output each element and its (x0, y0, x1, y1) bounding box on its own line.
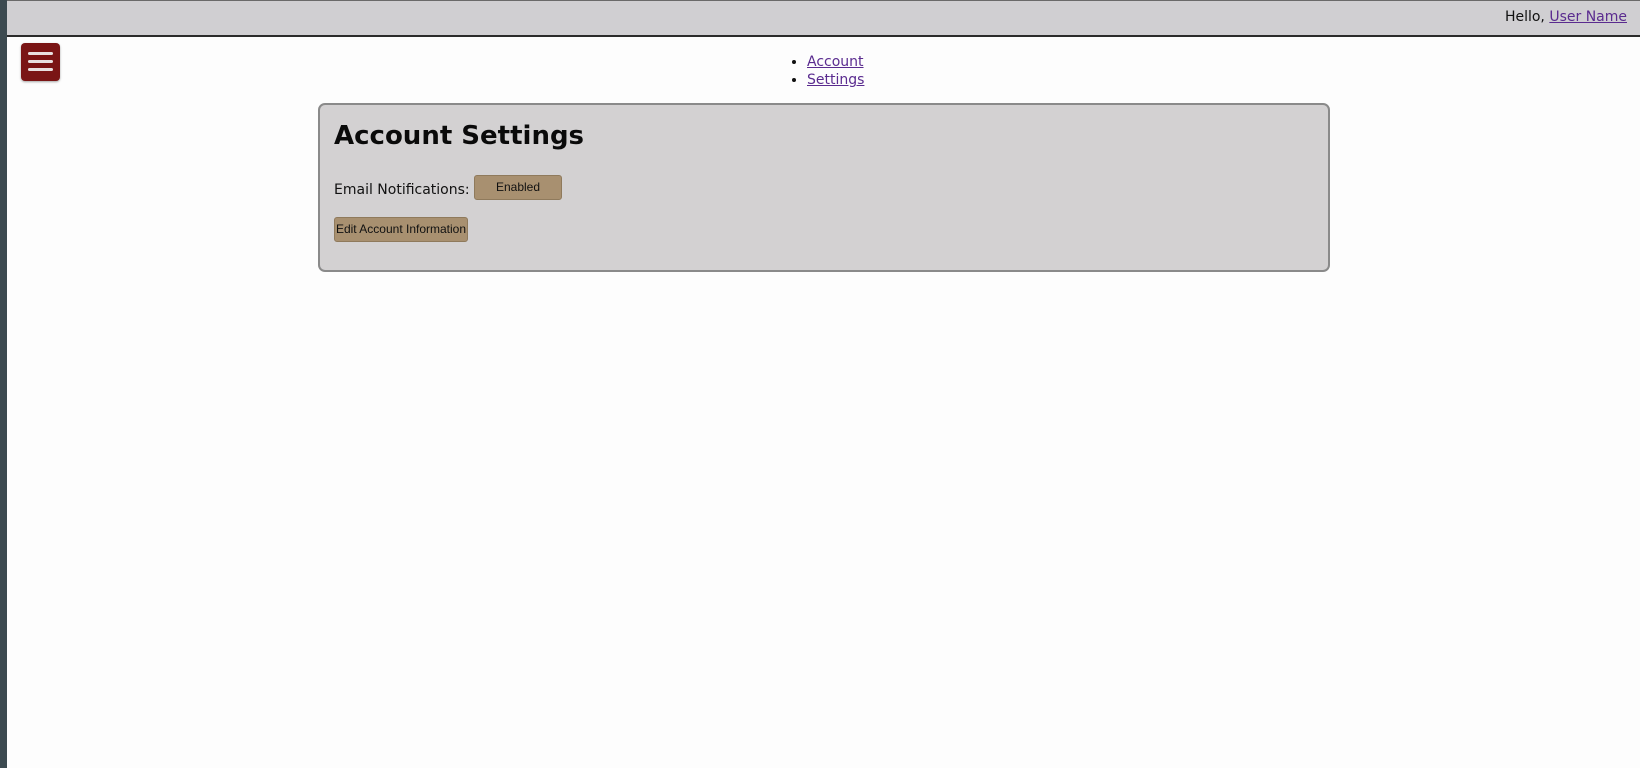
email-notifications-toggle-button[interactable]: Enabled (474, 175, 562, 200)
page-title: Account Settings (334, 121, 585, 151)
nav-list: Account Settings (791, 53, 864, 89)
hamburger-menu-icon (28, 52, 53, 55)
user-name-link[interactable]: User Name (1549, 9, 1627, 25)
account-settings-panel: Account Settings Email Notifications: En… (318, 103, 1330, 272)
hamburger-menu-icon (28, 60, 53, 63)
greeting-text: Hello, (1504, 9, 1545, 25)
top-bar: Hello, User Name (7, 0, 1640, 37)
edit-account-information-button[interactable]: Edit Account Information (334, 217, 468, 242)
nav-item-account: Account (807, 53, 864, 71)
window-left-edge (0, 0, 7, 768)
greeting: Hello, User Name (1505, 9, 1627, 25)
hamburger-menu-icon (28, 68, 53, 71)
email-notifications-label: Email Notifications: (334, 182, 470, 198)
page: Hello, User Name Account Settings Accoun… (0, 0, 1640, 768)
nav-link-settings[interactable]: Settings (807, 72, 864, 88)
nav-link-account[interactable]: Account (807, 54, 864, 70)
hamburger-menu-button[interactable] (21, 43, 60, 81)
nav-item-settings: Settings (807, 71, 864, 89)
